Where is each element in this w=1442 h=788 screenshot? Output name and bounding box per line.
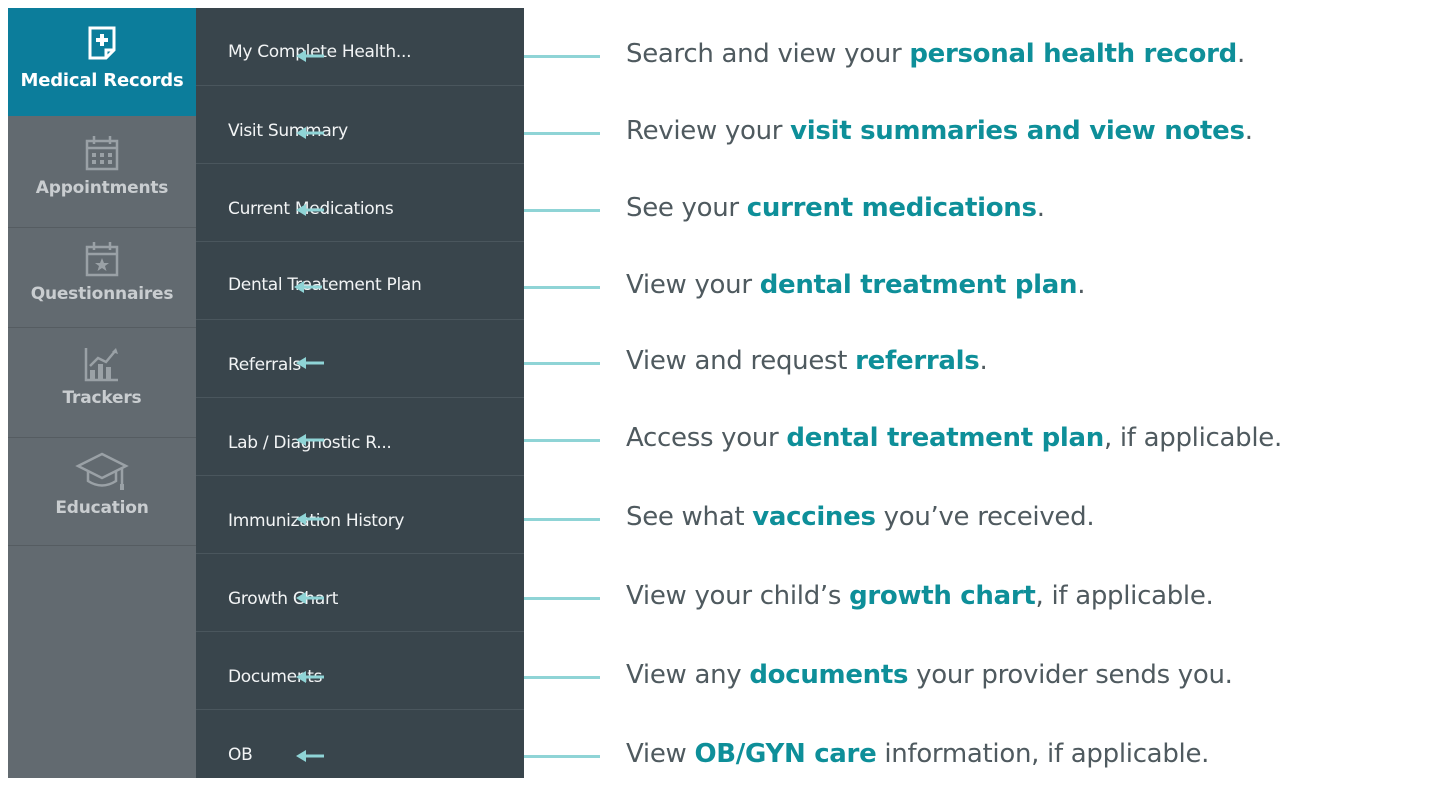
- arrow-left-icon: [296, 592, 324, 604]
- submenu-item-documents[interactable]: Documents: [196, 632, 524, 710]
- rail-item-label: Questionnaires: [30, 284, 174, 304]
- submenu-item-dental-treatment-plan[interactable]: Dental Treatement Plan: [196, 242, 524, 320]
- arrow-left-icon: [294, 281, 322, 293]
- rail-item-label: Education: [55, 498, 149, 518]
- callout-connector: [524, 597, 600, 600]
- rail-item-trackers[interactable]: Trackers: [8, 328, 196, 438]
- callout-connector: [524, 132, 600, 135]
- rail-item-label: Appointments: [35, 178, 169, 198]
- submenu-item-label: Referrals: [228, 355, 301, 375]
- submenu-item-immunization-history[interactable]: Immunization History: [196, 476, 524, 554]
- rail-item-medical-records[interactable]: Medical Records: [8, 8, 196, 116]
- callout-connector: [524, 518, 600, 521]
- description-personal-health-record: Search and view your personal health rec…: [626, 39, 1245, 69]
- graduation-cap-icon: [75, 452, 129, 490]
- callout-connector: [524, 676, 600, 679]
- description-visit-summaries: Review your visit summaries and view not…: [626, 116, 1253, 146]
- description-ob-gyn: View OB/GYN care information, if applica…: [626, 739, 1210, 769]
- callout-connector: [524, 55, 600, 58]
- callout-connector: [524, 755, 600, 758]
- submenu-item-ob[interactable]: OB: [196, 710, 524, 788]
- submenu-item-current-medications[interactable]: Current Medications: [196, 164, 524, 242]
- submenu-item-label: Dental Treatement Plan: [228, 275, 422, 295]
- description-growth-chart: View your child’s growth chart, if appli…: [626, 581, 1214, 611]
- rail-item-label: Medical Records: [20, 70, 184, 91]
- calendar-star-icon: [85, 242, 119, 277]
- description-referrals: View and request referrals.: [626, 346, 988, 376]
- description-documents: View any documents your provider sends y…: [626, 660, 1233, 690]
- arrow-left-icon: [296, 127, 324, 139]
- arrow-left-icon: [296, 434, 324, 446]
- submenu-item-referrals[interactable]: Referrals: [196, 320, 524, 398]
- rail-item-appointments[interactable]: Appointments: [8, 116, 196, 228]
- chart-icon: [84, 348, 118, 382]
- submenu-item-label: OB: [228, 745, 253, 765]
- arrow-left-icon: [296, 513, 324, 525]
- callout-connector: [524, 362, 600, 365]
- medical-records-submenu: My Complete Health... Visit Summary Curr…: [196, 8, 524, 778]
- description-vaccines: See what vaccines you’ve received.: [626, 502, 1095, 532]
- callout-connector: [524, 286, 600, 289]
- medical-record-icon: [88, 26, 116, 60]
- rail-item-label: Trackers: [62, 388, 142, 408]
- arrow-left-icon: [296, 50, 324, 62]
- submenu-item-label: Visit Summary: [228, 121, 348, 141]
- description-dental-treatment-plan: View your dental treatment plan.: [626, 270, 1086, 300]
- description-current-medications: See your current medications.: [626, 193, 1045, 223]
- description-lab-diagnostic: Access your dental treatment plan, if ap…: [626, 423, 1282, 453]
- left-nav-rail: Medical Records Appointments Questionnai…: [8, 8, 196, 778]
- calendar-icon: [85, 136, 119, 171]
- submenu-item-visit-summary[interactable]: Visit Summary: [196, 86, 524, 164]
- rail-item-education[interactable]: Education: [8, 438, 196, 546]
- callout-connector: [524, 209, 600, 212]
- rail-item-questionnaires[interactable]: Questionnaires: [8, 228, 196, 328]
- submenu-item-complete-health[interactable]: My Complete Health...: [196, 8, 524, 86]
- arrow-left-icon: [296, 357, 324, 369]
- callout-connector: [524, 439, 600, 442]
- submenu-item-growth-chart[interactable]: Growth Chart: [196, 554, 524, 632]
- arrow-left-icon: [296, 671, 324, 683]
- arrow-left-icon: [296, 204, 324, 216]
- arrow-left-icon: [296, 750, 324, 762]
- submenu-item-lab-diagnostic[interactable]: Lab / Diagnostic R...: [196, 398, 524, 476]
